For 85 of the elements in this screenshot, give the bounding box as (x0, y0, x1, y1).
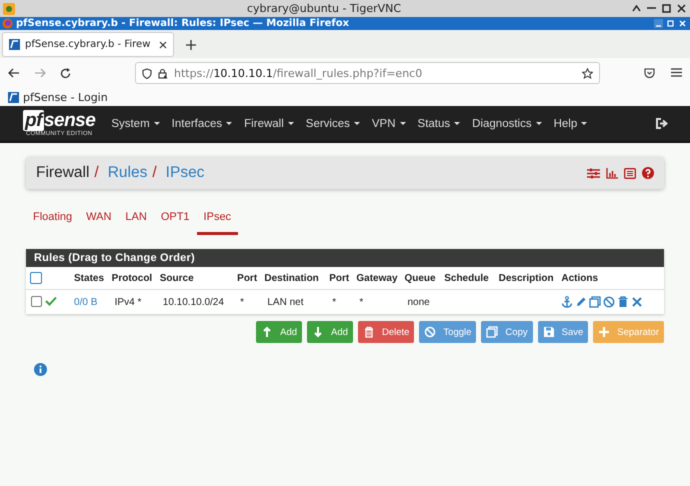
table-cell: LAN net (267, 296, 304, 308)
sliders-icon[interactable] (587, 168, 600, 178)
arrow-up-icon (261, 326, 274, 338)
pfsense-favicon-icon (9, 39, 20, 50)
states-link[interactable]: 0/0 B (74, 296, 98, 308)
table-cell: * (240, 296, 244, 308)
plus-icon (598, 326, 610, 338)
select-all-checkbox[interactable] (30, 272, 42, 284)
bookmark-star-icon (582, 68, 593, 78)
table-cell: * (332, 296, 336, 308)
close-icon (678, 19, 687, 28)
interface-tab[interactable]: IPsec (196, 201, 238, 235)
menu-icon (671, 68, 682, 77)
nav-menu-item[interactable]: System (105, 112, 166, 136)
anchor-icon[interactable] (561, 296, 574, 308)
nav-menu-item[interactable]: Services (300, 112, 366, 136)
column-header: Gateway (356, 272, 398, 284)
nav-menu-item[interactable]: Firewall (238, 112, 300, 136)
browser-tab[interactable]: pfSense.cybrary.b - Firew (2, 32, 174, 57)
lock-icon (158, 68, 168, 78)
row-checkbox[interactable] (31, 296, 42, 308)
browser-title: pfSense.cybrary.b - Firewall: Rules: IPsec — Mozilla Firefox (16, 18, 350, 29)
ban-icon (424, 326, 436, 338)
arrow-down-icon (312, 326, 324, 338)
breadcrumb-separator: / (94, 164, 99, 182)
breadcrumb-item: Firewall (36, 164, 90, 182)
column-header: Source (160, 272, 194, 284)
address-bar[interactable]: https://10.10.10.1/firewall_rules.php?if=enc0 (135, 62, 600, 84)
firefox-icon (2, 18, 13, 29)
table-cell: 10.10.10.0/24 (162, 296, 224, 308)
pfsense-favicon-icon (8, 92, 19, 102)
trash-icon (362, 326, 375, 338)
nav-menu-item[interactable]: Status (412, 112, 466, 136)
copy-icon (486, 326, 498, 338)
forward-icon (34, 68, 46, 78)
reload-icon (60, 68, 71, 78)
bookmark-link[interactable]: pfSense - Login (8, 90, 108, 104)
add-rule-button[interactable]: Add (256, 321, 302, 343)
list-icon[interactable] (624, 168, 636, 178)
panel-heading: Rules (Drag to Change Order) (26, 249, 664, 267)
nav-menu-item[interactable]: Diagnostics (466, 112, 548, 136)
delete-button[interactable]: Delete (358, 321, 414, 343)
column-header: Schedule (444, 272, 489, 284)
breadcrumb-separator: / (152, 164, 157, 182)
shield-icon (142, 68, 152, 78)
breadcrumb-item[interactable]: IPsec (166, 164, 204, 182)
new-tab-icon (186, 40, 196, 50)
interface-tab[interactable]: Floating (26, 201, 80, 235)
column-header: Port (237, 272, 258, 284)
minimize-icon (647, 7, 656, 9)
breadcrumb-item[interactable]: Rules (108, 164, 148, 182)
ban-icon[interactable] (603, 296, 616, 308)
column-header: Port (329, 272, 350, 284)
table-cell: none (407, 296, 430, 308)
bar-chart-icon[interactable] (606, 168, 618, 178)
nav-menu-item[interactable]: VPN (366, 112, 412, 136)
column-header: Destination (264, 272, 319, 284)
minimize-icon (654, 19, 663, 28)
table-cell: * (359, 296, 364, 308)
nav-menu-item[interactable]: Help (548, 112, 594, 136)
column-header: Protocol (112, 272, 152, 284)
url-text: https://10.10.10.1/firewall_rules.php?if=enc0 (174, 66, 424, 80)
close-icon[interactable] (631, 296, 644, 308)
close-icon (159, 40, 167, 48)
table-cell: IPv4 * (114, 296, 142, 308)
add-rule-button[interactable]: Add (307, 321, 353, 343)
nav-menu-item[interactable]: Interfaces (166, 112, 238, 136)
column-header: Actions (561, 272, 598, 284)
help-icon[interactable] (642, 167, 654, 179)
interface-tab[interactable]: OPT1 (154, 201, 197, 235)
vnc-logo-icon (2, 2, 16, 16)
window-title: cybrary@ubuntu - TigerVNC (246, 2, 402, 15)
copy-icon[interactable] (589, 296, 602, 308)
interface-tab[interactable]: WAN (79, 201, 118, 235)
interface-tab[interactable]: LAN (118, 201, 154, 235)
column-header: States (74, 272, 104, 284)
back-icon (8, 68, 20, 78)
column-header: Queue (404, 272, 436, 284)
trash-icon[interactable] (617, 296, 630, 308)
info-icon[interactable] (34, 363, 47, 376)
column-header: Description (498, 272, 554, 284)
logout-icon[interactable] (656, 118, 668, 129)
pocket-icon (644, 68, 655, 78)
pencil-icon[interactable] (575, 296, 588, 308)
close-icon (677, 4, 686, 13)
